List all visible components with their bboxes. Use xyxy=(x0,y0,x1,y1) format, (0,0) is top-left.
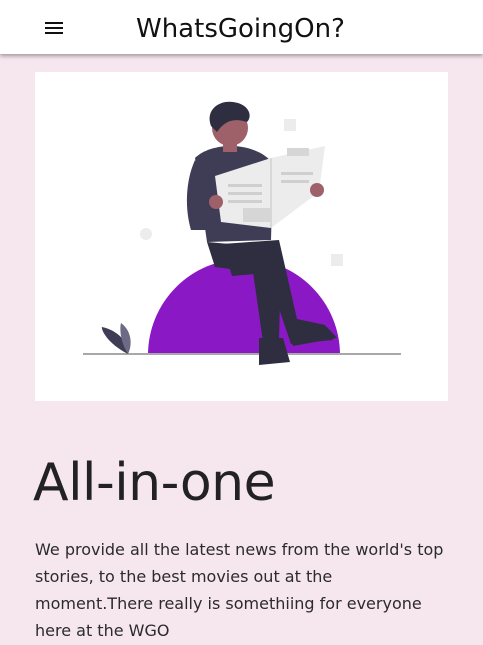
page-headline: All-in-one xyxy=(33,453,276,513)
app-title: WhatsGoingOn? xyxy=(136,14,345,44)
hamburger-menu-icon xyxy=(45,21,63,35)
description-text: We provide all the latest news from the … xyxy=(35,540,444,640)
hero-illustration xyxy=(35,72,448,401)
app-bar: WhatsGoingOn? xyxy=(0,0,483,54)
menu-button[interactable] xyxy=(37,11,71,45)
person-reading-newspaper-illustration xyxy=(83,101,401,365)
